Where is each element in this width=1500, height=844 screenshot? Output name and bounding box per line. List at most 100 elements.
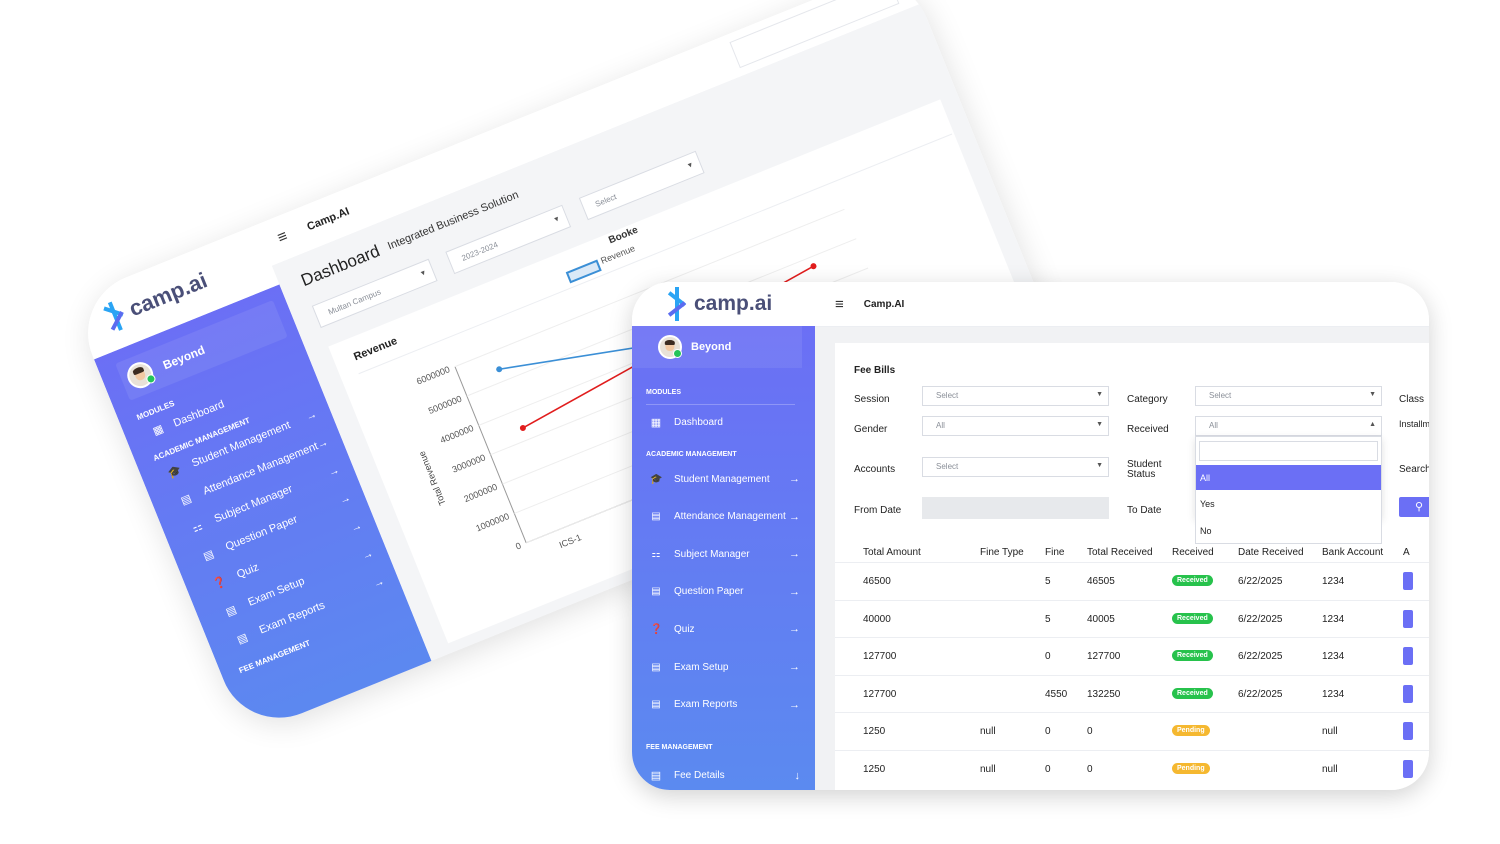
avatar: [123, 358, 158, 393]
section-fee: FEE MANAGEMENT: [646, 744, 713, 751]
action-button[interactable]: [1403, 572, 1413, 590]
arrow-right-icon: →: [360, 547, 376, 563]
table-cell: 46505: [1087, 576, 1115, 587]
dropdown-option-yes[interactable]: Yes: [1196, 490, 1381, 517]
table-cell: 1234: [1322, 651, 1345, 662]
search-button[interactable]: ⚲: [1399, 497, 1429, 517]
document-icon: ▤: [651, 586, 661, 598]
sidebar-item-exam-setup[interactable]: ▤ Exam Setup →: [650, 660, 800, 674]
action-button[interactable]: [1403, 647, 1413, 665]
fee-bills-window: camp.ai ≡ Camp.AI Beyond MODULES ▦ Dashb…: [632, 282, 1429, 790]
table-cell: 40005: [1087, 613, 1115, 625]
table-row[interactable]: 127700 0 127700 Received 6/22/2025 1234: [835, 637, 1429, 674]
user-card[interactable]: Beyond: [632, 326, 802, 368]
menu-icon[interactable]: ≡: [275, 228, 290, 248]
accounts-label: Accounts: [854, 464, 896, 475]
avatar: [658, 335, 682, 359]
sidebar-item-label: Student Management: [674, 473, 770, 485]
column-header[interactable]: Total Amount: [863, 547, 921, 558]
dropdown-option-no[interactable]: No: [1195, 517, 1382, 544]
column-header[interactable]: Fine Type: [980, 547, 1024, 558]
logo-text: camp.ai: [125, 267, 211, 322]
table-cell: 6/22/2025: [1238, 688, 1283, 700]
data-point: [496, 366, 503, 373]
table-row[interactable]: 127700 4550 132250 Received 6/22/2025 1234: [835, 674, 1429, 712]
filter-select-value: Select: [593, 192, 618, 209]
session-select[interactable]: Select ▼: [922, 386, 1109, 406]
sidebar-item-question-paper[interactable]: ▤ Question Paper →: [650, 585, 800, 599]
table-cell: 127700: [863, 651, 897, 662]
action-button[interactable]: [1403, 684, 1413, 703]
menu-icon[interactable]: ≡: [835, 296, 844, 313]
gender-select[interactable]: All ▼: [922, 416, 1109, 436]
sidebar-item-student-management[interactable]: 🎓 Student Management →: [650, 472, 800, 486]
graduation-cap-icon: 🎓: [166, 463, 184, 480]
table-row[interactable]: 46500 5 46505 Received 6/22/2025 1234: [835, 562, 1429, 599]
logo[interactable]: camp.ai: [632, 282, 815, 326]
data-point: [519, 424, 526, 431]
action-button[interactable]: [1403, 759, 1413, 778]
table-row[interactable]: 40000 5 40005 Received 6/22/2025 1234: [835, 599, 1429, 637]
column-header[interactable]: Id: [832, 547, 840, 558]
table-cell: 0: [1045, 763, 1051, 775]
table-cell: 0: [1045, 726, 1051, 737]
gender-label: Gender: [854, 424, 888, 435]
category-select[interactable]: Select ▼: [1195, 386, 1382, 406]
sitemap-icon: ⚏: [190, 519, 205, 535]
sidebar-item-subject-manager[interactable]: ⚏ Subject Manager →: [650, 547, 800, 561]
from-date-input[interactable]: [922, 497, 1109, 519]
sidebar-item-exam-reports[interactable]: ▤ Exam Reports →: [650, 698, 800, 712]
sidebar-item-attendance-management[interactable]: ▤ Attendance Management →: [650, 510, 800, 524]
column-header[interactable]: Fine: [1045, 547, 1064, 558]
accounts-select[interactable]: Select ▼: [922, 457, 1109, 477]
table-cell: 132250: [1087, 688, 1121, 700]
arrow-right-icon: →: [789, 698, 800, 711]
booked-label: Booke: [607, 224, 640, 247]
column-header[interactable]: Bank Account: [1322, 547, 1383, 558]
arrow-right-icon: →: [789, 473, 800, 485]
table-cell: 127700: [1087, 651, 1121, 662]
table-row[interactable]: 1250 null 0 0 Pending null: [835, 712, 1429, 749]
dashboard-icon: ▦: [650, 416, 662, 429]
chevron-down-icon: ▼: [1096, 421, 1103, 428]
dropdown-option-all[interactable]: All: [1196, 465, 1381, 490]
sidebar-item-label: Subject Manager: [674, 548, 750, 560]
sidebar-item-label: Quiz: [674, 623, 695, 635]
app-title: Camp.AI: [305, 205, 352, 234]
y-tick-label: 1000000: [474, 511, 510, 533]
question-icon: ❓: [650, 623, 663, 635]
table-cell: 1250: [863, 763, 886, 775]
status-badge: Received: [1172, 575, 1213, 586]
to-date-label: To Date: [1127, 505, 1162, 516]
sidebar-item-dashboard[interactable]: ▦ Dashboard: [650, 415, 815, 429]
campus-select-value: Multan Campus: [326, 287, 383, 317]
table-cell: 5: [1045, 613, 1051, 625]
column-header[interactable]: A: [1403, 547, 1410, 558]
user-name: Beyond: [691, 341, 732, 353]
column-header[interactable]: Received: [1172, 547, 1214, 558]
list-icon: ▤: [179, 491, 194, 508]
dropdown-search-input[interactable]: [1199, 441, 1378, 461]
sidebar-item-quiz[interactable]: ❓ Quiz →: [650, 622, 800, 636]
dashboard-icon: ▦: [151, 422, 166, 438]
received-select[interactable]: All ▲: [1195, 416, 1382, 436]
status-badge: Received: [1172, 650, 1213, 661]
status-badge: Pending: [1172, 725, 1210, 736]
table-row[interactable]: 1250 null 0 0 Pending null: [835, 749, 1429, 787]
action-button[interactable]: [1403, 722, 1413, 740]
arrow-right-icon: →: [789, 661, 800, 673]
column-header[interactable]: Date Received: [1238, 547, 1304, 558]
document-icon: ▤: [201, 547, 216, 563]
arrow-right-icon: →: [789, 585, 800, 598]
fee-icon: ▤: [650, 770, 662, 782]
received-label: Received: [1127, 424, 1169, 435]
column-header[interactable]: Total Received: [1087, 547, 1153, 558]
sidebar-item-fee-details[interactable]: ▤ Fee Details ↓: [650, 769, 800, 783]
table-cell: 5: [1045, 576, 1051, 587]
file-icon: ▤: [651, 661, 661, 673]
section-modules: MODULES: [646, 389, 681, 396]
logo-icon: [100, 299, 130, 334]
sitemap-icon: ⚏: [651, 548, 661, 560]
action-button[interactable]: [1403, 609, 1413, 628]
y-tick-label: 4000000: [439, 423, 475, 445]
